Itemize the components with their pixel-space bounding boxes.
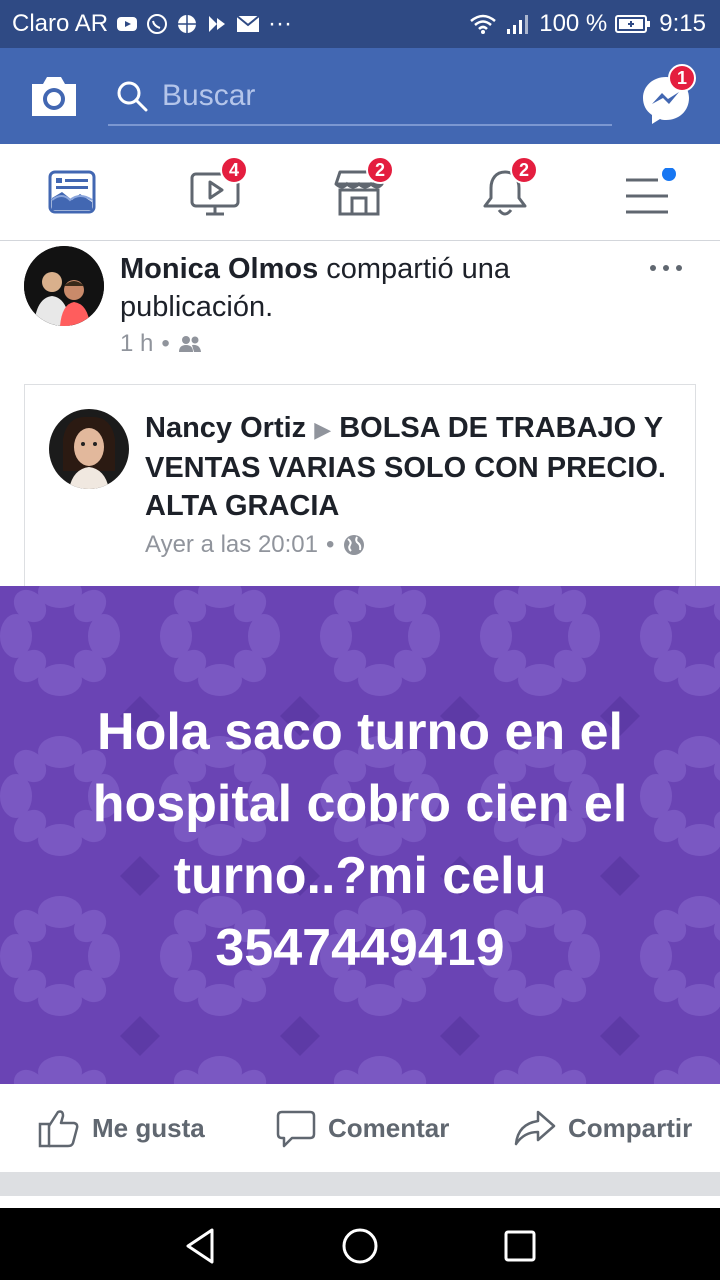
tab-menu[interactable] bbox=[624, 167, 676, 218]
comment-label: Comentar bbox=[328, 1112, 450, 1143]
post-header: Monica Olmos compartió una publicación. … bbox=[0, 240, 720, 380]
basketball-icon bbox=[176, 13, 198, 35]
post-meta: 1 h • bbox=[120, 330, 202, 358]
home-icon[interactable] bbox=[340, 1226, 380, 1266]
messenger-button[interactable]: 1 bbox=[640, 64, 696, 126]
meta-separator: • bbox=[161, 330, 170, 357]
share-label: Compartir bbox=[568, 1112, 693, 1143]
post-author-line: Monica Olmos compartió una publicación. bbox=[120, 250, 640, 326]
recents-icon[interactable] bbox=[500, 1226, 540, 1266]
camera-icon[interactable] bbox=[28, 72, 80, 120]
post-body-line: Hola saco turno en el bbox=[97, 703, 623, 761]
post-actions: Me gusta Comentar Compartir bbox=[0, 1084, 720, 1172]
tab-marketplace[interactable]: 2 bbox=[334, 156, 394, 218]
search-icon bbox=[117, 81, 148, 112]
notifications-badge: 2 bbox=[510, 156, 538, 184]
post-text-background[interactable]: Hola saco turno en el hospital cobro cie… bbox=[0, 586, 720, 1084]
tab-news-feed[interactable] bbox=[48, 168, 100, 218]
mail-icon bbox=[236, 15, 260, 33]
search-input[interactable] bbox=[160, 78, 564, 114]
share-button[interactable]: Compartir bbox=[514, 1108, 692, 1148]
like-button[interactable]: Me gusta bbox=[38, 1108, 205, 1148]
messenger-badge: 1 bbox=[668, 64, 696, 92]
whatsapp-icon bbox=[146, 13, 168, 35]
top-bar: 1 bbox=[0, 48, 720, 144]
menu-icon bbox=[626, 167, 676, 214]
tab-watch[interactable]: 4 bbox=[190, 156, 248, 218]
post-time[interactable]: 1 h bbox=[120, 330, 153, 358]
battery-icon bbox=[615, 14, 651, 34]
signal-icon bbox=[505, 13, 531, 35]
wifi-icon bbox=[469, 13, 497, 35]
clock: 9:15 bbox=[659, 10, 706, 37]
avatar[interactable] bbox=[24, 246, 104, 326]
globe-icon bbox=[344, 535, 365, 555]
post-body-text: Hola saco turno en el hospital cobro cie… bbox=[40, 696, 680, 984]
comment-button[interactable]: Comentar bbox=[276, 1108, 449, 1148]
news-feed-icon bbox=[48, 170, 96, 214]
system-nav-bar bbox=[0, 1208, 720, 1280]
author-name[interactable]: Monica Olmos bbox=[120, 253, 318, 285]
tab-notifications[interactable]: 2 bbox=[480, 156, 538, 218]
comment-icon bbox=[276, 1110, 316, 1148]
shared-meta-separator: • bbox=[326, 531, 335, 558]
app-icon bbox=[206, 13, 228, 35]
post-body-line: hospital cobro cien el bbox=[92, 775, 628, 833]
shared-post-title: Nancy Ortiz ▶ BOLSA DE TRABAJO Y VENTAS … bbox=[145, 409, 675, 525]
more-notifications-icon: ··· bbox=[268, 10, 293, 37]
search-bar[interactable] bbox=[108, 68, 612, 126]
post-body-line: turno..?mi celu bbox=[173, 847, 547, 905]
status-bar: Claro AR ··· 100 % 9:15 bbox=[0, 0, 720, 48]
youtube-icon bbox=[116, 15, 138, 33]
share-icon bbox=[514, 1110, 556, 1146]
watch-badge: 4 bbox=[220, 156, 248, 184]
battery-percent: 100 % bbox=[539, 10, 608, 37]
feed-gap bbox=[0, 1196, 720, 1208]
shared-post-meta: Ayer a las 20:01 • bbox=[145, 531, 366, 559]
marketplace-badge: 2 bbox=[366, 156, 394, 184]
carrier-label: Claro AR bbox=[12, 10, 109, 37]
shared-post-header: Nancy Ortiz ▶ BOLSA DE TRABAJO Y VENTAS … bbox=[24, 384, 696, 586]
more-options-icon[interactable] bbox=[648, 260, 684, 271]
shared-post-time[interactable]: Ayer a las 20:01 bbox=[145, 531, 318, 559]
thumbs-up-icon bbox=[38, 1110, 79, 1148]
friends-icon bbox=[178, 336, 201, 352]
post-body-line: 3547449419 bbox=[215, 919, 505, 977]
shared-arrow: ▶ bbox=[314, 417, 332, 442]
shared-author-name[interactable]: Nancy Ortiz bbox=[145, 412, 306, 444]
nav-tabs: 4 2 2 bbox=[0, 144, 720, 241]
back-icon[interactable] bbox=[182, 1226, 222, 1266]
shared-author-avatar[interactable] bbox=[49, 409, 129, 489]
feed-divider bbox=[0, 1172, 720, 1196]
like-label: Me gusta bbox=[92, 1112, 205, 1143]
